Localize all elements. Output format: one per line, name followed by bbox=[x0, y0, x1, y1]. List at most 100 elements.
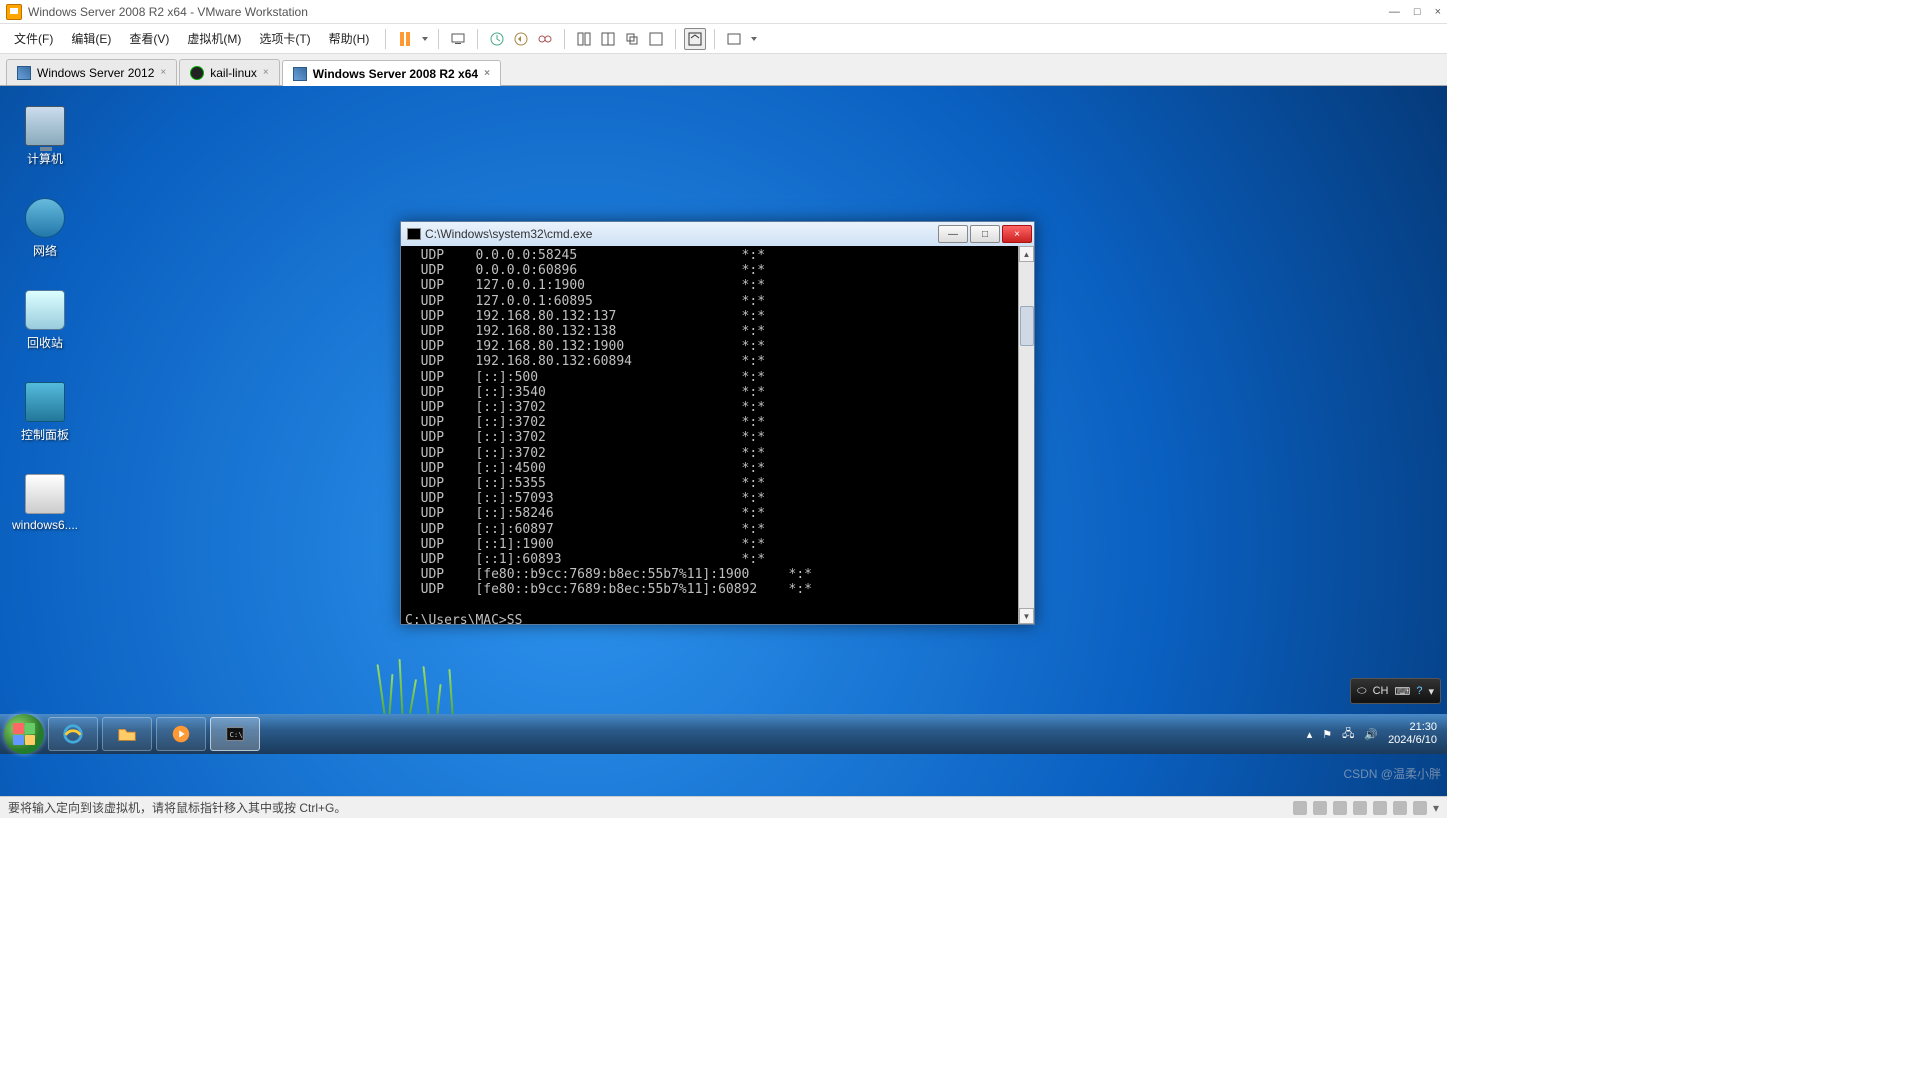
layout-thumb-button[interactable] bbox=[597, 28, 619, 50]
cmd-icon bbox=[407, 228, 421, 240]
icon-image bbox=[25, 198, 65, 238]
cmd-output[interactable]: UDP 0.0.0.0:58245 *:* UDP 0.0.0.0:60896 … bbox=[401, 246, 1034, 624]
guest-taskbar: C:\ ▴ ⚑ 🖧 🔊 21:30 2024/6/10 bbox=[0, 714, 1447, 754]
system-tray: ▴ ⚑ 🖧 🔊 21:30 2024/6/10 bbox=[1307, 721, 1443, 747]
windows-logo-icon bbox=[13, 723, 35, 745]
desktop-icon-windows6....[interactable]: windows6.... bbox=[8, 474, 82, 532]
stretch-button[interactable] bbox=[723, 28, 745, 50]
menu-edit[interactable]: 编辑(E) bbox=[63, 26, 119, 51]
icon-label: 网络 bbox=[8, 242, 82, 259]
taskbar-explorer[interactable] bbox=[102, 717, 152, 751]
separator bbox=[714, 29, 715, 49]
cmd-titlebar[interactable]: C:\Windows\system32\cmd.exe — □ × bbox=[401, 222, 1034, 246]
watermark: CSDN @温柔小胖 bbox=[1343, 765, 1441, 782]
device-printer-icon[interactable] bbox=[1393, 801, 1407, 815]
icon-label: 控制面板 bbox=[8, 426, 82, 443]
tab-close-icon[interactable]: × bbox=[263, 67, 269, 78]
close-button[interactable]: × bbox=[1435, 6, 1441, 18]
langbar-keyboard-icon[interactable]: ⌨ bbox=[1394, 685, 1410, 698]
tab-close-icon[interactable]: × bbox=[484, 68, 490, 79]
device-usb-icon[interactable] bbox=[1353, 801, 1367, 815]
pause-dropdown[interactable] bbox=[418, 28, 430, 50]
tab-windows-server-2008[interactable]: Windows Server 2008 R2 x64 × bbox=[282, 60, 501, 86]
desktop-icon-回收站[interactable]: 回收站 bbox=[8, 290, 82, 351]
menu-vm[interactable]: 虚拟机(M) bbox=[179, 26, 249, 51]
desktop-icon-控制面板[interactable]: 控制面板 bbox=[8, 382, 82, 443]
wallpaper-decoration bbox=[370, 654, 490, 714]
cmd-maximize-button[interactable]: □ bbox=[970, 225, 1000, 243]
cmd-window[interactable]: C:\Windows\system32\cmd.exe — □ × UDP 0.… bbox=[400, 221, 1035, 625]
menu-file[interactable]: 文件(F) bbox=[6, 26, 61, 51]
cmd-scrollbar[interactable]: ▲ ▼ bbox=[1018, 246, 1034, 624]
windows-icon bbox=[293, 67, 307, 81]
statusbar-devices: ▾ bbox=[1293, 801, 1439, 815]
icon-image bbox=[25, 290, 65, 330]
menu-view[interactable]: 查看(V) bbox=[121, 26, 177, 51]
desktop-icon-计算机[interactable]: 计算机 bbox=[8, 106, 82, 167]
taskbar-ie[interactable] bbox=[48, 717, 98, 751]
pause-button[interactable] bbox=[394, 28, 416, 50]
layout-single-button[interactable] bbox=[573, 28, 595, 50]
cmd-minimize-button[interactable]: — bbox=[938, 225, 968, 243]
vmware-main-window: Windows Server 2008 R2 x64 - VMware Work… bbox=[0, 0, 1447, 818]
tab-close-icon[interactable]: × bbox=[160, 67, 166, 78]
window-title: Windows Server 2008 R2 x64 - VMware Work… bbox=[28, 5, 1389, 19]
icon-label: windows6.... bbox=[8, 518, 82, 532]
tray-date: 2024/6/10 bbox=[1388, 734, 1437, 747]
windows-icon bbox=[17, 66, 31, 80]
snapshot-revert-button[interactable] bbox=[510, 28, 532, 50]
device-display-icon[interactable] bbox=[1413, 801, 1427, 815]
scroll-down-icon[interactable]: ▼ bbox=[1019, 608, 1034, 624]
device-sound-icon[interactable] bbox=[1373, 801, 1387, 815]
tray-volume-icon[interactable]: 🔊 bbox=[1364, 728, 1378, 741]
language-bar[interactable]: ⬭ CH ⌨ ? ▾ bbox=[1350, 678, 1441, 704]
device-net-icon[interactable] bbox=[1333, 801, 1347, 815]
taskbar-media-player[interactable] bbox=[156, 717, 206, 751]
tabbar: Windows Server 2012 × kail-linux × Windo… bbox=[0, 54, 1447, 86]
icon-image bbox=[25, 382, 65, 422]
tab-label: kail-linux bbox=[210, 66, 257, 80]
snapshot-manage-button[interactable] bbox=[534, 28, 556, 50]
tray-flag-icon[interactable]: ⚑ bbox=[1322, 728, 1332, 741]
device-hdd-icon[interactable] bbox=[1293, 801, 1307, 815]
tab-windows-server-2012[interactable]: Windows Server 2012 × bbox=[6, 59, 177, 85]
snapshot-take-button[interactable] bbox=[486, 28, 508, 50]
start-button[interactable] bbox=[4, 714, 44, 754]
icon-label: 计算机 bbox=[8, 150, 82, 167]
langbar-options-icon[interactable]: ▾ bbox=[1428, 685, 1434, 698]
vm-viewport[interactable]: 计算机网络回收站控制面板 windows6.... C:\Windows\syst… bbox=[0, 86, 1447, 796]
scroll-thumb[interactable] bbox=[1020, 306, 1034, 346]
tray-network-icon[interactable]: 🖧 bbox=[1342, 725, 1354, 744]
stretch-dropdown[interactable] bbox=[747, 28, 759, 50]
scroll-up-icon[interactable]: ▲ bbox=[1019, 246, 1034, 262]
taskbar-cmd[interactable]: C:\ bbox=[210, 717, 260, 751]
unity-button[interactable] bbox=[645, 28, 667, 50]
device-cd-icon[interactable] bbox=[1313, 801, 1327, 815]
layout-multi-button[interactable] bbox=[621, 28, 643, 50]
menu-tabs[interactable]: 选项卡(T) bbox=[251, 26, 318, 51]
maximize-button[interactable]: □ bbox=[1414, 6, 1421, 18]
titlebar: Windows Server 2008 R2 x64 - VMware Work… bbox=[0, 0, 1447, 24]
send-ctrl-alt-del-button[interactable] bbox=[447, 28, 469, 50]
desktop-icon-网络[interactable]: 网络 bbox=[8, 198, 82, 259]
kali-icon bbox=[190, 66, 204, 80]
tab-kail-linux[interactable]: kail-linux × bbox=[179, 59, 280, 85]
langbar-help-icon[interactable]: ? bbox=[1416, 685, 1422, 697]
fullscreen-button[interactable] bbox=[684, 28, 706, 50]
langbar-switch-icon[interactable]: ⬭ bbox=[1357, 685, 1366, 698]
minimize-button[interactable]: — bbox=[1389, 6, 1400, 18]
icon-image bbox=[25, 474, 65, 514]
separator bbox=[477, 29, 478, 49]
cmd-title-text: C:\Windows\system32\cmd.exe bbox=[425, 227, 936, 241]
langbar-lang[interactable]: CH bbox=[1373, 685, 1389, 697]
tab-label: Windows Server 2008 R2 x64 bbox=[313, 67, 478, 81]
menu-help[interactable]: 帮助(H) bbox=[321, 26, 378, 51]
tray-expand-icon[interactable]: ▴ bbox=[1307, 728, 1313, 741]
window-controls: — □ × bbox=[1389, 6, 1441, 18]
tray-clock[interactable]: 21:30 2024/6/10 bbox=[1388, 721, 1437, 747]
separator bbox=[564, 29, 565, 49]
tab-label: Windows Server 2012 bbox=[37, 66, 154, 80]
device-menu-icon[interactable]: ▾ bbox=[1433, 801, 1439, 815]
tray-time: 21:30 bbox=[1388, 721, 1437, 734]
cmd-close-button[interactable]: × bbox=[1002, 225, 1032, 243]
